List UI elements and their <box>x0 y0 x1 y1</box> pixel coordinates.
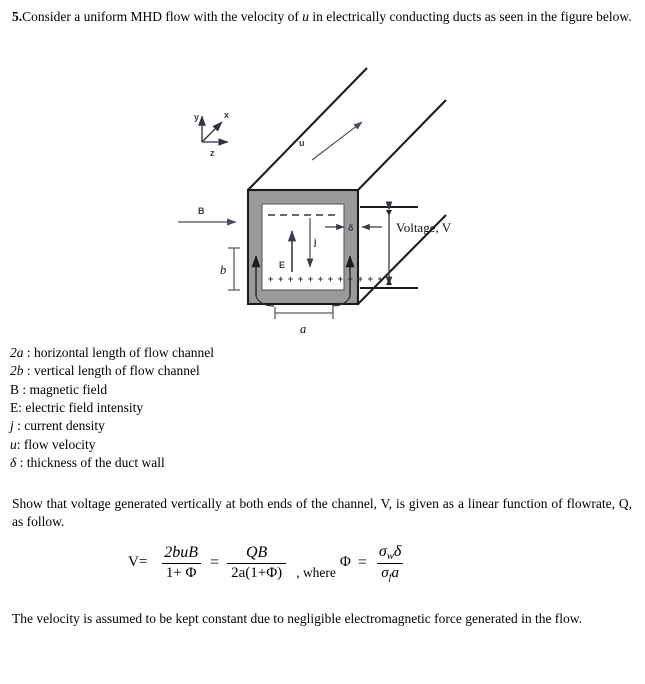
legend-text: current density <box>24 418 105 434</box>
fraction-numerator: 2buB <box>164 543 199 561</box>
magnetic-field-label: B <box>198 206 205 216</box>
fraction-denominator: σfa <box>377 562 403 583</box>
fraction-numerator: σwδ <box>375 543 405 563</box>
coordinate-axes-triad: y x z <box>194 110 229 158</box>
positive-charge-row: + + + + + + + + + + + + <box>268 274 384 284</box>
axis-label-y: y <box>194 112 199 122</box>
legend-separator: : <box>16 455 27 471</box>
legend-symbol: 2b <box>10 363 24 379</box>
current-density-label: j <box>313 237 317 247</box>
closing-assumption-paragraph: The velocity is assumed to be kept const… <box>12 611 583 626</box>
legend-item: 2b : vertical length of flow channel <box>10 362 340 380</box>
legend-symbol: 2a <box>10 345 24 360</box>
legend-text: flow velocity <box>23 436 96 452</box>
dimension-a-label: a <box>300 322 306 336</box>
duct-wall <box>246 188 360 306</box>
legend-item: u: flow velocity <box>10 436 340 454</box>
fraction-QB-over-2a1plusphi: QB 2a(1+Φ) <box>227 543 287 582</box>
intro-text-after: in electrically conducting ducts as seen… <box>308 9 632 24</box>
a-symbol: a <box>391 564 399 581</box>
legend-symbol: E <box>10 400 19 416</box>
sigma-fluid-symbol: σ <box>381 564 389 581</box>
legend-text: electric field intensity <box>25 400 144 416</box>
equals-sign: = <box>210 553 220 571</box>
axis-label-x: x <box>224 110 229 120</box>
worksheet-page: 5.Consider a uniform MHD flow with the v… <box>0 0 645 684</box>
axis-label-z: z <box>210 148 215 158</box>
legend-separator: : <box>23 345 35 360</box>
intro-symbol-u: u <box>302 9 309 24</box>
legend-text: magnetic field <box>29 381 108 397</box>
legend-separator: : <box>19 381 30 397</box>
show-instruction-paragraph: Show that voltage generated vertically a… <box>12 496 632 530</box>
legend-symbol: B <box>10 381 20 397</box>
phi-symbol: Φ <box>339 554 351 571</box>
fraction-numerator: QB <box>245 543 268 561</box>
legend-text: thickness of the duct wall <box>26 455 165 471</box>
wall-thickness-label: δ <box>348 223 354 233</box>
phi-equals-sign: = <box>357 553 367 571</box>
voltage-label: Voltage, V <box>396 220 452 235</box>
velocity-label: u <box>299 138 305 148</box>
question-number: 5. <box>12 9 23 24</box>
legend-item: B : magnetic field <box>10 381 340 399</box>
magnetic-field-arrow: B <box>178 206 237 226</box>
question-intro-paragraph: 5.Consider a uniform MHD flow with the v… <box>12 8 632 26</box>
intro-text-before: Consider a uniform MHD flow with the vel… <box>22 9 303 24</box>
legend-separator: : <box>16 436 24 452</box>
legend-symbol: u <box>10 436 17 452</box>
legend-text: horizontal length of flow channel <box>34 345 214 360</box>
electric-field-label: E <box>279 260 285 270</box>
legend-item: j : current density <box>10 417 340 435</box>
legend-item: 2a : horizontal length of flow channel <box>10 344 340 362</box>
fraction-2buB-over-1-plus-phi: 2buB 1+ Φ <box>160 544 202 582</box>
equation-lead: V= <box>128 554 148 571</box>
legend-item: δ : thickness of the duct wall <box>10 454 340 472</box>
legend-text: vertical length of flow channel <box>34 363 200 379</box>
delta-symbol: δ <box>393 543 402 560</box>
symbol-legend-list: 2a : horizontal length of flow channel 2… <box>10 344 340 473</box>
fraction-sigma-w-delta-over-sigma-f-a: σwδ σfa <box>375 543 405 583</box>
fraction-denominator: 1+ Φ <box>161 562 201 582</box>
sigma-wall-symbol: σ <box>378 543 387 560</box>
mhd-duct-figure: u y x z + + + + + + + + + + + + E j B b … <box>0 60 470 345</box>
dimension-b-label: b <box>220 263 226 277</box>
dimension-b-bracket <box>228 247 240 291</box>
dimension-a-bracket <box>274 307 334 319</box>
where-text: , where <box>296 564 336 580</box>
sigma-wall-subscript: w <box>386 550 394 562</box>
legend-separator: : <box>13 418 25 434</box>
fraction-denominator: 2a(1+Φ) <box>227 562 287 582</box>
legend-item: E: electric field intensity <box>10 399 340 417</box>
legend-separator: : <box>23 363 35 379</box>
voltage-equation: V= 2buB 1+ Φ = QB 2a(1+Φ) , where Φ = σw… <box>128 543 408 583</box>
